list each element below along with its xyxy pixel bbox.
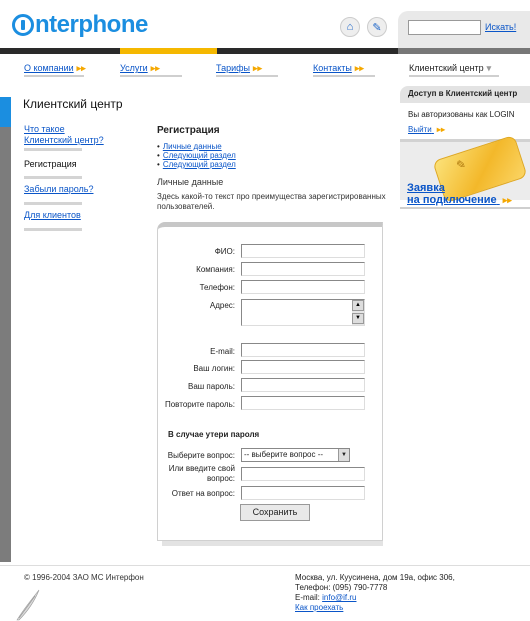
section-link-item: • Следующий раздел xyxy=(157,160,236,169)
left-menu-divider xyxy=(24,228,82,231)
copyright: © 1996-2004 ЗАО МС Интерфон xyxy=(24,573,144,582)
nav-item-services[interactable]: Услуги ▸▸ xyxy=(120,63,160,74)
sidebar-divider xyxy=(400,207,530,209)
double-arrow-icon: ▸▸ xyxy=(502,195,512,205)
top-stripe-right xyxy=(398,48,530,54)
address-textarea[interactable]: ▲ ▼ xyxy=(241,299,365,326)
subsection-title: Личные данные xyxy=(157,177,224,187)
search-link[interactable]: Искать! xyxy=(485,22,516,32)
form-panel-shadow xyxy=(162,541,383,546)
footer-phone: Телефон: (095) 790-7778 xyxy=(295,583,388,592)
nav-underline xyxy=(313,75,375,77)
section-link-item: • Личные данные xyxy=(157,142,222,151)
own-question-label: Или введите свой вопрос: xyxy=(168,464,235,483)
password-repeat-input[interactable] xyxy=(241,396,365,410)
login-label: Ваш логин: xyxy=(193,364,235,373)
chevron-down-icon: ▾ xyxy=(486,63,492,73)
search-input[interactable] xyxy=(408,20,481,35)
nav-underline xyxy=(120,75,182,77)
left-menu-divider xyxy=(24,148,82,151)
nav-item-about[interactable]: О компании ▸▸ xyxy=(24,63,86,74)
page-title: Клиентский центр xyxy=(23,97,123,111)
left-accent-highlight xyxy=(0,97,11,127)
nav-underline xyxy=(24,75,84,77)
phone-input[interactable] xyxy=(241,280,365,294)
footer-contacts: Москва, ул. Куусинена, дом 19а, офис 306… xyxy=(295,573,455,613)
password-input[interactable] xyxy=(241,378,365,392)
apply-connection-link[interactable]: Заявка на подключение ▸▸ xyxy=(407,182,512,206)
fio-label: ФИО: xyxy=(214,247,235,256)
footer-email-link[interactable]: info@if.ru xyxy=(322,593,356,602)
main-nav: О компании ▸▸ Услуги ▸▸ Тарифы ▸▸ Контакты ▸… xyxy=(0,58,530,80)
intro-text: Здесь какой-то текст про преимущества за… xyxy=(157,192,386,211)
section-title: Регистрация xyxy=(157,125,220,136)
double-arrow-icon: ▸▸ xyxy=(253,63,263,73)
answer-input[interactable] xyxy=(241,486,365,500)
logout-link[interactable]: Выйти ▸▸ xyxy=(408,125,445,134)
answer-label: Ответ на вопрос: xyxy=(171,489,235,498)
left-accent-bar xyxy=(0,97,11,562)
footer-divider xyxy=(0,565,530,566)
company-input[interactable] xyxy=(241,262,365,276)
footer-address: Москва, ул. Куусинена, дом 19а, офис 306… xyxy=(295,573,455,582)
top-stripe-highlight xyxy=(120,48,217,54)
address-label: Адрес: xyxy=(209,301,235,310)
section-link-next-1[interactable]: Следующий раздел xyxy=(163,151,236,160)
footer-email-row: E-mail: info@if.ru xyxy=(295,593,357,602)
logo-icon xyxy=(12,14,34,36)
nav-underline xyxy=(216,75,278,77)
double-arrow-icon: ▸▸ xyxy=(150,63,160,73)
logo[interactable]: nterphone xyxy=(12,10,148,40)
access-panel-title: Доступ в Клиентский центр xyxy=(408,89,518,98)
password-label: Ваш пароль: xyxy=(188,382,235,391)
section-link-item: • Следующий раздел xyxy=(157,151,236,160)
password-repeat-label: Повторите пароль: xyxy=(164,400,235,409)
double-arrow-icon: ▸▸ xyxy=(436,125,445,134)
home-icon[interactable]: ⌂ xyxy=(340,17,360,37)
own-question-input[interactable] xyxy=(241,467,365,481)
scroll-down-icon[interactable]: ▼ xyxy=(352,313,364,324)
address-scrollbar[interactable]: ▲ ▼ xyxy=(352,300,364,325)
nav-item-tariffs[interactable]: Тарифы ▸▸ xyxy=(216,63,262,74)
edit-icon[interactable]: ✎ xyxy=(367,17,387,37)
phone-label: Телефон: xyxy=(199,283,235,292)
left-menu-for-clients[interactable]: Для клиентов xyxy=(24,210,81,221)
nav-underline xyxy=(409,75,499,77)
chevron-down-icon[interactable]: ▼ xyxy=(338,449,349,461)
double-arrow-icon: ▸▸ xyxy=(76,63,86,73)
logged-in-text: Вы авторизованы как LOGIN xyxy=(408,110,515,119)
email-label: E-mail: xyxy=(210,347,235,356)
scroll-up-icon[interactable]: ▲ xyxy=(352,300,364,311)
question-select[interactable]: -- выберите вопрос -- ▼ xyxy=(241,448,350,462)
section-link-next-2[interactable]: Следующий раздел xyxy=(163,160,236,169)
save-button[interactable]: Сохранить xyxy=(240,504,310,521)
nav-item-client-center[interactable]: Клиентский центр ▾ xyxy=(409,63,491,74)
left-menu-divider xyxy=(24,202,82,205)
email-input[interactable] xyxy=(241,343,365,357)
left-menu-registration: Регистрация xyxy=(24,159,77,169)
footer-directions-link[interactable]: Как проехать xyxy=(295,603,343,612)
question-label: Выберите вопрос: xyxy=(167,451,235,460)
company-label: Компания: xyxy=(196,265,235,274)
lost-password-title: В случае утери пароля xyxy=(168,430,260,439)
nav-item-contacts[interactable]: Контакты ▸▸ xyxy=(313,63,364,74)
section-link-personal[interactable]: Личные данные xyxy=(163,142,222,151)
double-arrow-icon: ▸▸ xyxy=(354,63,364,73)
left-menu-forgot-password[interactable]: Забыли пароль? xyxy=(24,184,93,195)
feather-icon xyxy=(16,589,40,621)
fio-input[interactable] xyxy=(241,244,365,258)
left-menu-what-is[interactable]: Что такое Клиентский центр? xyxy=(24,124,106,146)
left-menu-divider xyxy=(24,176,82,179)
login-input[interactable] xyxy=(241,360,365,374)
